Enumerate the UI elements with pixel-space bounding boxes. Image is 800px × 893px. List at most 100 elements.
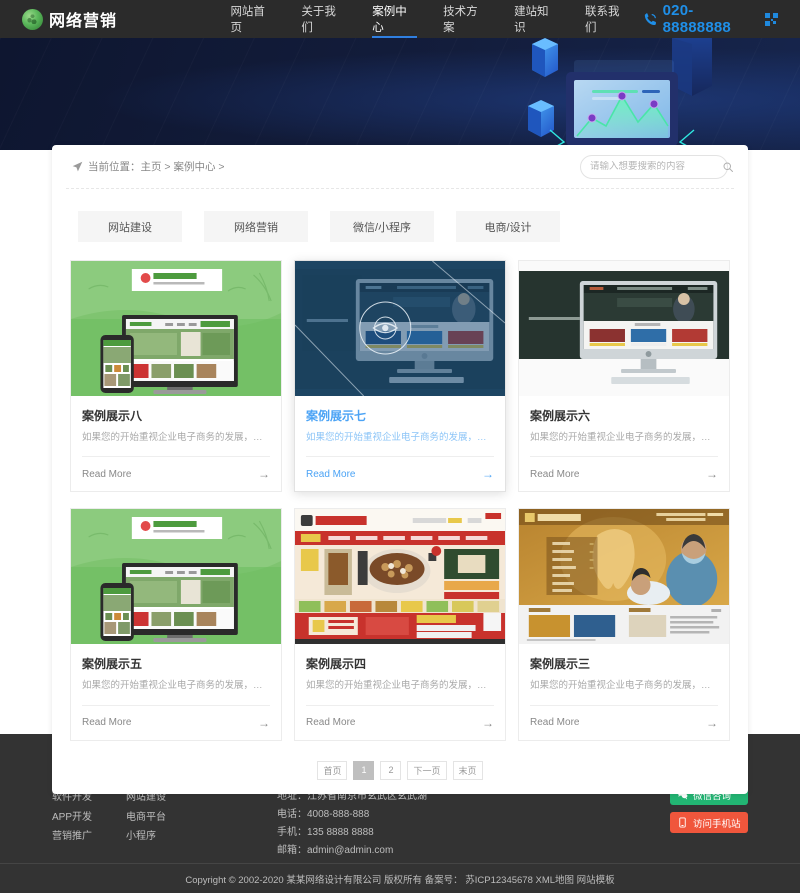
- case-title: 案例展示六: [530, 409, 591, 423]
- case-footer[interactable]: Read More →: [82, 456, 270, 491]
- case-card[interactable]: 案例展示五 如果您的开始重视企业电子商务的发展，建... Read More →: [70, 508, 282, 741]
- filter-wechat[interactable]: 微信/小程序: [330, 211, 434, 242]
- case-footer[interactable]: Read More →: [82, 704, 270, 740]
- case-description: 如果您的开始重视企业电子商务的发展，建...: [306, 680, 494, 692]
- phone-number: 020-88888888: [662, 2, 731, 36]
- phone-icon: [644, 12, 656, 25]
- read-more-label: Read More: [530, 468, 580, 480]
- mobile-icon: [679, 817, 686, 828]
- page-first[interactable]: 首页: [317, 760, 348, 780]
- site-logo[interactable]: 网络营销: [22, 7, 189, 31]
- green-website-mockup-image: [71, 261, 281, 396]
- footer-knowledge-col2: 网站建设 电商平台 小程序: [126, 788, 166, 847]
- footer-link[interactable]: 小程序: [126, 827, 166, 847]
- arrow-right-icon: →: [258, 467, 270, 482]
- page-1[interactable]: 1: [353, 760, 375, 780]
- footer-link[interactable]: 营销推广: [52, 827, 92, 847]
- page-last[interactable]: 末页: [452, 760, 483, 780]
- footer-email: 邮箱：admin@admin.com: [277, 845, 394, 856]
- case-card[interactable]: 案例展示四 如果您的开始重视企业电子商务的发展，建... Read More →: [294, 508, 506, 741]
- category-filters: 网站建设 网络营销 微信/小程序 电商/设计: [66, 189, 734, 260]
- case-footer[interactable]: Read More →: [530, 456, 718, 491]
- footer-telephone: 电话：4008-888-888: [277, 809, 370, 820]
- search-input[interactable]: [590, 161, 722, 172]
- case-thumbnail[interactable]: [519, 261, 729, 396]
- case-grid: 案例展示八 如果您的开始重视企业电子商务的发展，建... Read More →: [66, 260, 734, 741]
- red-food-ecommerce-site-image: [295, 509, 505, 645]
- copyright-bar: Copyright © 2002-2020 某某网络设计有限公司 版权所有 备案…: [0, 863, 800, 893]
- content-panel: 当前位置：主页 > 案例中心 > 网站建设 网络营销 微信/小程序 电商/设计: [52, 145, 748, 794]
- case-description: 如果您的开始重视企业电子商务的发展，建...: [530, 680, 718, 692]
- case-body: 案例展示七 如果您的开始重视企业电子商务的发展，建...: [295, 396, 505, 445]
- main-navigation: 网站首页 关于我们 案例中心 技术方案 建站知识 联系我们: [217, 0, 642, 38]
- case-description: 如果您的开始重视企业电子商务的发展，建...: [306, 432, 494, 443]
- case-card[interactable]: 案例展示六 如果您的开始重视企业电子商务的发展，建... Read More →: [518, 260, 730, 493]
- read-more-label: Read More: [82, 468, 132, 480]
- case-body: 案例展示四 如果您的开始重视企业电子商务的发展，建...: [295, 644, 505, 693]
- filter-marketing[interactable]: 网络营销: [204, 211, 308, 242]
- copyright-text: Copyright © 2002-2020 某某网络设计有限公司 版权所有 备案…: [185, 874, 615, 886]
- case-body: 案例展示八 如果您的开始重视企业电子商务的发展，建...: [71, 396, 281, 445]
- dark-imac-mockup-image: [295, 261, 505, 396]
- case-body: 案例展示三 如果您的开始重视企业电子商务的发展，建...: [519, 644, 729, 693]
- nav-item-home[interactable]: 网站首页: [217, 0, 288, 38]
- case-card[interactable]: 案例展示七 如果您的开始重视企业电子商务的发展，建... Read More →: [294, 260, 506, 493]
- filter-ecommerce[interactable]: 电商/设计: [456, 211, 560, 242]
- nav-item-solutions[interactable]: 技术方案: [430, 0, 501, 38]
- arrow-right-icon: →: [258, 715, 270, 730]
- case-title: 案例展示八: [82, 409, 143, 423]
- case-body: 案例展示五 如果您的开始重视企业电子商务的发展，建...: [71, 644, 281, 693]
- search-icon[interactable]: [722, 161, 734, 173]
- case-title: 案例展示四: [306, 657, 367, 672]
- banner-illustration: [528, 38, 712, 150]
- pagination: 首页 1 2 下一页 末页: [66, 760, 734, 780]
- breadcrumb-text: 当前位置：主页 > 案例中心 >: [88, 161, 225, 173]
- filter-website[interactable]: 网站建设: [78, 211, 182, 242]
- case-title: 案例展示三: [530, 657, 591, 672]
- nav-item-about[interactable]: 关于我们: [288, 0, 359, 38]
- breadcrumb: 当前位置：主页 > 案例中心 >: [72, 159, 225, 174]
- case-thumbnail[interactable]: [295, 261, 505, 396]
- case-thumbnail[interactable]: [71, 509, 281, 645]
- read-more-label: Read More: [306, 468, 356, 480]
- footer-link[interactable]: APP开发: [52, 808, 92, 828]
- case-footer[interactable]: Read More →: [530, 704, 718, 740]
- footer-link[interactable]: 电商平台: [126, 808, 166, 828]
- nav-item-cases[interactable]: 案例中心: [359, 0, 430, 38]
- page-2[interactable]: 2: [380, 760, 402, 780]
- case-card[interactable]: 案例展示三 如果您的开始重视企业电子商务的发展，建... Read More →: [518, 508, 730, 741]
- case-thumbnail[interactable]: [71, 261, 281, 396]
- page-next[interactable]: 下一页: [407, 760, 447, 780]
- arrow-right-icon: →: [482, 715, 494, 730]
- read-more-label: Read More: [530, 717, 580, 728]
- case-card[interactable]: 案例展示八 如果您的开始重视企业电子商务的发展，建... Read More →: [70, 260, 282, 493]
- page-root: 网络营销 网站首页 关于我们 案例中心 技术方案 建站知识 联系我们 020-8…: [0, 0, 800, 893]
- footer-knowledge-links: 软件开发 APP开发 营销推广 网站建设 电商平台 小程序: [52, 788, 277, 847]
- qr-code-icon[interactable]: [765, 12, 778, 26]
- golden-dental-clinic-site-image: [519, 509, 729, 645]
- footer-contact-list: 地址：江苏省南京市玄武区玄武湖 电话：4008-888-888 手机：135 8…: [277, 788, 427, 860]
- mobile-site-button[interactable]: 访问手机站: [670, 812, 748, 833]
- search-box[interactable]: [580, 154, 733, 179]
- arrow-right-icon: →: [706, 715, 718, 730]
- nav-item-contact[interactable]: 联系我们: [572, 0, 643, 38]
- case-thumbnail[interactable]: [519, 509, 729, 645]
- case-body: 案例展示六 如果您的开始重视企业电子商务的发展，建...: [519, 396, 729, 445]
- case-description: 如果您的开始重视企业电子商务的发展，建...: [82, 432, 270, 443]
- green-website-mockup-image: [71, 509, 281, 645]
- breadcrumb-row: 当前位置：主页 > 案例中心 >: [66, 145, 734, 189]
- case-footer[interactable]: Read More →: [306, 456, 494, 491]
- footer-knowledge-col1: 软件开发 APP开发 营销推广: [52, 788, 92, 847]
- case-footer[interactable]: Read More →: [306, 704, 494, 740]
- mobile-site-label: 访问手机站: [693, 818, 741, 830]
- header-phone[interactable]: 020-88888888: [643, 2, 778, 36]
- case-thumbnail[interactable]: [295, 509, 505, 645]
- case-description: 如果您的开始重视企业电子商务的发展，建...: [530, 432, 718, 443]
- case-title: 案例展示七: [306, 409, 367, 423]
- arrow-right-icon: →: [482, 467, 494, 482]
- dark-green-imac-mockup-image: [519, 261, 729, 396]
- read-more-label: Read More: [306, 717, 356, 728]
- case-title: 案例展示五: [82, 657, 143, 672]
- arrow-right-icon: →: [706, 467, 718, 482]
- nav-item-knowledge[interactable]: 建站知识: [501, 0, 572, 38]
